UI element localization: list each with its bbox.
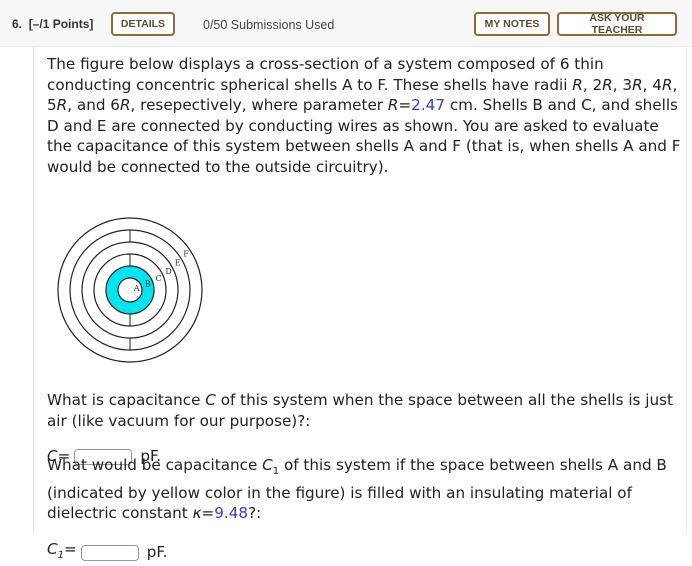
right-divider (686, 46, 687, 533)
question-2: What would be capacitance C1 of this sys… (47, 440, 682, 566)
shell-label-b: B (145, 280, 151, 289)
details-button[interactable]: DETAILS (111, 12, 175, 36)
question-points: 6. [–/1 Points] (12, 17, 93, 31)
radius-var: R (572, 75, 583, 94)
shell-label-c: C (155, 274, 161, 283)
shell-label-d: D (165, 267, 171, 276)
left-divider (33, 46, 34, 533)
q2-text-3: ?: (248, 504, 262, 523)
question-number: 6. (12, 17, 23, 31)
kappa-value: 9.48 (214, 504, 249, 523)
q1-var: C (205, 391, 216, 410)
question-header: 6. [–/1 Points] DETAILS 0/50 Submissions… (0, 0, 692, 47)
radius-var: R (632, 75, 643, 94)
my-notes-button[interactable]: MY NOTES (474, 12, 550, 36)
shells-figure: A BCDEF (57, 217, 203, 363)
shell-label-e: E (175, 259, 181, 268)
kappa-eq: = (201, 504, 215, 523)
problem-statement: The figure below displays a cross-sectio… (47, 54, 682, 177)
radius-var: R (56, 96, 68, 114)
param-name: R (387, 96, 399, 114)
radius-var: R (119, 96, 131, 114)
radius-var: R (661, 75, 673, 94)
q2-unit: pF. (146, 543, 168, 562)
param-eq: = (398, 96, 412, 114)
q1-text: What is capacitance (47, 391, 206, 410)
q2-answer-label: C1= (47, 539, 77, 566)
ask-teacher-button[interactable]: ASK YOUR TEACHER (557, 12, 677, 36)
R-value: 2.47 (411, 96, 445, 114)
q2-answer-eq: = (63, 539, 77, 558)
kappa-symbol: κ (192, 504, 202, 523)
capacitance-c1-input[interactable] (80, 544, 139, 561)
submissions-used: 0/50 Submissions Used (203, 18, 335, 32)
shell-label-f: F (183, 249, 189, 258)
radius-var: R (602, 75, 613, 94)
intro-text-2: , resepectively, where parameter (130, 96, 388, 114)
shell-label-a: A (133, 284, 140, 293)
intro-text: The figure below displays a cross-sectio… (47, 55, 604, 94)
q2-answer-var: C (47, 539, 58, 558)
points-label: [–/1 Points] (28, 17, 94, 31)
q2-var: C (262, 456, 273, 475)
q2-answer-row: C1= pF. (47, 539, 682, 566)
q2-text: What would be capacitance (47, 456, 263, 475)
